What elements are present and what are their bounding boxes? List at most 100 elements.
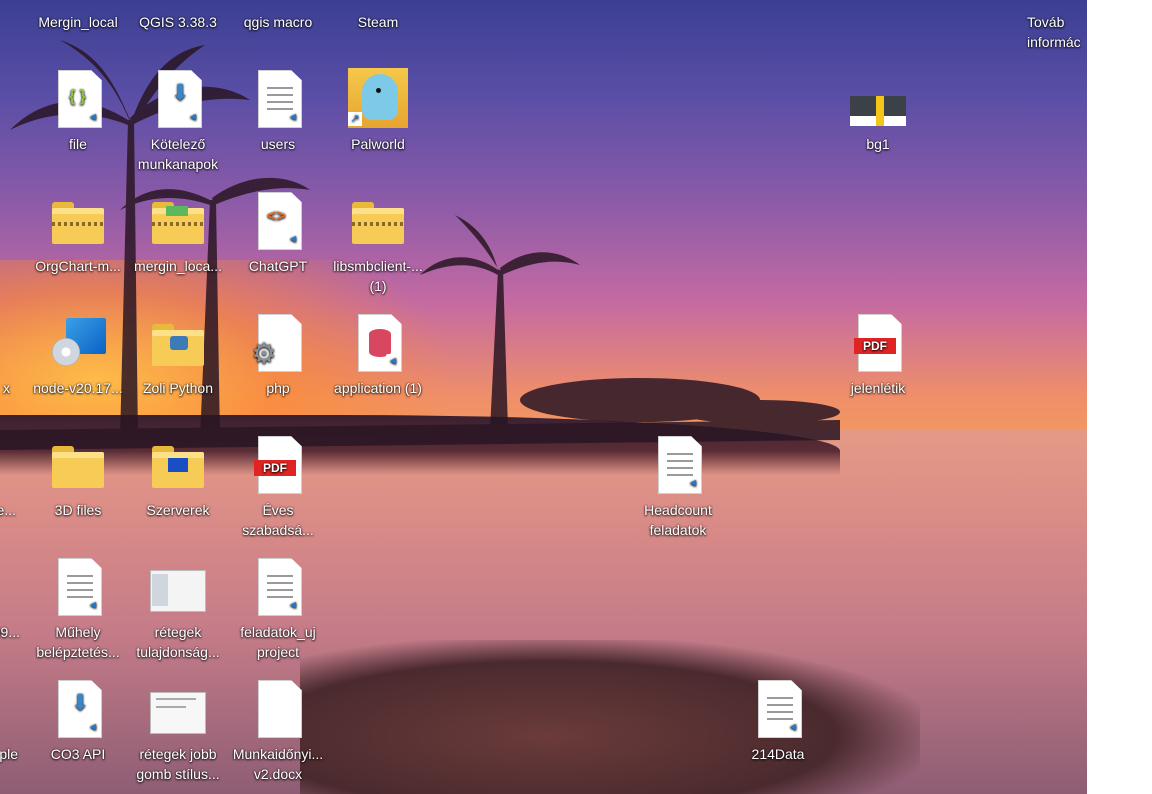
icon-label: application (1) bbox=[334, 380, 422, 396]
icon-label: Kötelező munkanapok bbox=[137, 136, 219, 172]
icon-label: node-v20.17... bbox=[33, 380, 123, 396]
text-file-icon: ◂ bbox=[246, 68, 310, 132]
download-file-icon: ⬇ ◂ bbox=[146, 68, 210, 132]
icon-bg1[interactable]: bg1 bbox=[830, 68, 926, 154]
text-file-icon: ◂ bbox=[746, 678, 810, 742]
qgis-icon bbox=[146, 0, 210, 10]
html-file-icon: <> ◂ bbox=[246, 190, 310, 254]
desktop-wallpaper: Mergin_local QGIS 3.38.3 qgis macro Stea… bbox=[0, 0, 1087, 794]
icon-retegek-jobb-gomb[interactable]: rétegek jobb gomb stílus... bbox=[130, 678, 226, 784]
icon-label: jelenlétik bbox=[850, 380, 906, 396]
folder-icon bbox=[146, 312, 210, 376]
icon-libsmbclient-zip[interactable]: libsmbclient-... (1) bbox=[330, 190, 426, 296]
icon-tovabbi-informacio[interactable]: Továb informác bbox=[1025, 0, 1087, 52]
icon-muhely-beleptetes[interactable]: ◂ Műhely belépztetés... bbox=[30, 556, 126, 662]
icon-chatgpt[interactable]: <> ◂ ChatGPT bbox=[230, 190, 326, 276]
icon-node-installer[interactable]: node-v20.17... bbox=[30, 312, 126, 398]
pdf-file-icon: PDF bbox=[846, 312, 910, 376]
settings-file-icon: ⚙ bbox=[246, 312, 310, 376]
icon-partial-x[interactable]: x bbox=[0, 312, 12, 398]
icon-label: ChatGPT bbox=[248, 258, 308, 274]
icon-file[interactable]: { } ◂ file bbox=[30, 68, 126, 154]
icon-feladatok-uj-project[interactable]: ◂ feladatok_uj project bbox=[230, 556, 326, 662]
zip-folder-icon bbox=[46, 190, 110, 254]
blank-file-icon bbox=[246, 678, 310, 742]
icon-label: 09... bbox=[0, 624, 20, 640]
icon-szerverek[interactable]: Szerverek bbox=[130, 434, 226, 520]
icon-mergin-local[interactable]: Mergin_local bbox=[30, 0, 126, 32]
icon-label: feladatok_uj project bbox=[240, 624, 316, 660]
icon-php[interactable]: ⚙ php bbox=[230, 312, 326, 398]
icon-label: 3D files bbox=[54, 502, 102, 518]
icon-orgchart-zip[interactable]: OrgChart-m... bbox=[30, 190, 126, 276]
steam-icon bbox=[346, 0, 410, 10]
text-file-icon: ◂ bbox=[646, 434, 710, 498]
icon-retegek-tulajdonsag[interactable]: rétegek tulajdonság... bbox=[130, 556, 226, 662]
image-file-icon bbox=[846, 68, 910, 132]
text-file-icon: ◂ bbox=[46, 556, 110, 620]
icon-label: Palworld bbox=[351, 136, 405, 152]
database-file-icon: ◂ bbox=[346, 312, 410, 376]
icon-label: libsmbclient-... (1) bbox=[333, 258, 423, 294]
icon-label: Műhely belépztetés... bbox=[36, 624, 120, 660]
icon-label: CO3 API bbox=[50, 746, 106, 762]
json-file-icon: { } ◂ bbox=[46, 68, 110, 132]
screenshot-image-icon bbox=[146, 678, 210, 742]
icon-label: php bbox=[266, 380, 290, 396]
icon-eves-szabadsag[interactable]: PDF Éves szabadsá... bbox=[230, 434, 326, 540]
icon-partial-ge[interactable]: Ge... bbox=[0, 434, 18, 520]
icon-label: file bbox=[69, 136, 87, 152]
icon-label: mergin_loca... bbox=[134, 258, 222, 274]
icon-label: Továb informác bbox=[1027, 14, 1081, 50]
icon-label: Zoli Python bbox=[142, 380, 214, 396]
zip-folder-icon bbox=[346, 190, 410, 254]
file-icon bbox=[0, 434, 2, 498]
icon-qgis[interactable]: QGIS 3.38.3 bbox=[130, 0, 226, 32]
installer-icon bbox=[46, 312, 110, 376]
download-file-icon: ⬇ ◂ bbox=[46, 678, 110, 742]
icon-kotelezo-munkanapok[interactable]: ⬇ ◂ Kötelező munkanapok bbox=[130, 68, 226, 174]
file-icon bbox=[0, 556, 6, 620]
icon-label: Éves szabadsá... bbox=[242, 502, 314, 538]
icon-headcount-feladatok[interactable]: ◂ Headcount feladatok bbox=[630, 434, 726, 540]
icon-mergin-local-zip[interactable]: mergin_loca... bbox=[130, 190, 226, 276]
icon-application-db[interactable]: ◂ application (1) bbox=[330, 312, 426, 398]
icon-zoli-python[interactable]: Zoli Python bbox=[130, 312, 226, 398]
icon-label: rétegek tulajdonság... bbox=[136, 624, 220, 660]
icon-label: QGIS 3.38.3 bbox=[139, 14, 217, 30]
folder-icon bbox=[146, 434, 210, 498]
icon-qgis-macro[interactable]: qgis macro bbox=[230, 0, 326, 32]
icon-label: bg1 bbox=[866, 136, 890, 152]
icon-partial-ple[interactable]: ple bbox=[0, 678, 20, 764]
icon-label: qgis macro bbox=[243, 14, 313, 30]
icon-label: Headcount feladatok bbox=[644, 502, 712, 538]
icon-label: Mergin_local bbox=[38, 14, 118, 30]
icon-palworld[interactable]: ↗ Palworld bbox=[330, 68, 426, 154]
folder-icon bbox=[46, 0, 110, 10]
icon-label: Szerverek bbox=[146, 502, 210, 518]
zip-folder-icon bbox=[146, 190, 210, 254]
icon-steam[interactable]: Steam bbox=[330, 0, 426, 32]
icon-214data[interactable]: ◂ 214Data bbox=[730, 678, 826, 764]
icon-users[interactable]: ◂ users bbox=[230, 68, 326, 154]
pdf-file-icon: PDF bbox=[246, 434, 310, 498]
icon-label: rétegek jobb gomb stílus... bbox=[136, 746, 220, 782]
icon-label: Ge... bbox=[0, 502, 16, 518]
icon-label: x bbox=[3, 380, 10, 396]
icon-munkaidonyilvantartas[interactable]: Munkaidőnyi... v2.docx bbox=[230, 678, 326, 784]
icon-label: Munkaidőnyi... v2.docx bbox=[232, 746, 324, 782]
icon-partial-09[interactable]: 09... bbox=[0, 556, 22, 642]
info-icon bbox=[1025, 0, 1087, 10]
document-icon bbox=[246, 0, 310, 10]
icon-label: Steam bbox=[357, 14, 399, 30]
icon-label: users bbox=[260, 136, 296, 152]
folder-icon bbox=[46, 434, 110, 498]
icon-label: OrgChart-m... bbox=[35, 258, 121, 274]
screenshot-image-icon bbox=[146, 556, 210, 620]
icon-jelenletik[interactable]: PDF jelenlétik bbox=[830, 312, 926, 398]
icon-3d-files[interactable]: 3D files bbox=[30, 434, 126, 520]
icon-co3-api[interactable]: ⬇ ◂ CO3 API bbox=[30, 678, 126, 764]
palworld-icon: ↗ bbox=[346, 68, 410, 132]
icon-label: ple bbox=[0, 746, 18, 762]
file-icon bbox=[0, 678, 4, 742]
